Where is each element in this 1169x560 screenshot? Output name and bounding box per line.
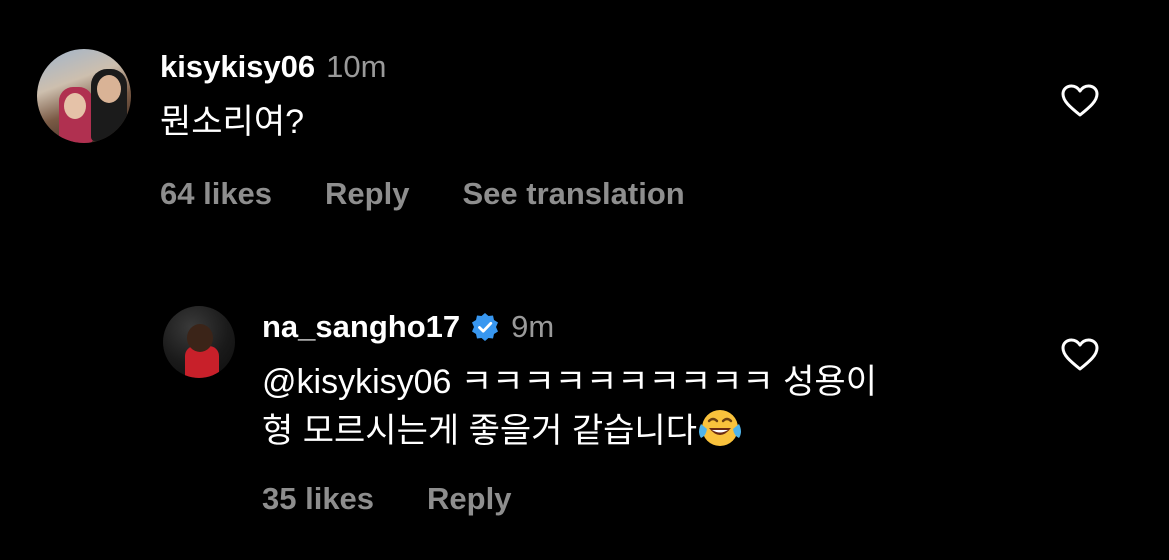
comment-header: kisykisy06 10m [160,45,386,89]
comment-text-line: @kisykisy06 ㅋㅋㅋㅋㅋㅋㅋㅋㅋㅋ 성용이 [262,363,877,401]
comment-text: 뭔소리여? [160,98,304,146]
timestamp: 9m [511,309,555,344]
avatar-photo-head [187,324,213,352]
comment-na-sangho17: na_sangho17 9m @kisykisy06 ㅋㅋㅋㅋㅋㅋㅋㅋㅋㅋ 성용… [0,290,1169,540]
verified-badge-icon [470,312,500,342]
reply-button[interactable]: Reply [325,176,409,212]
username[interactable]: na_sangho17 [262,309,460,345]
username[interactable]: kisykisy06 [160,49,315,85]
comment-kisykisy06: kisykisy06 10m 뭔소리여? 64 likes Reply See … [0,0,1169,240]
comment-text-line: 뭔소리여? [160,103,305,141]
comment-header: na_sangho17 9m [262,305,554,349]
comment-text-line: 형 모르시는게 좋을거 같습니다 [262,406,877,455]
comment-text: @kisykisy06 ㅋㅋㅋㅋㅋㅋㅋㅋㅋㅋ 성용이 형 모르시는게 좋을거 같… [262,358,877,455]
avatar-photo-face [97,75,121,103]
likes-count-button[interactable]: 35 likes [262,481,374,517]
comment-actions: 35 likes Reply [262,477,564,521]
see-translation-button[interactable]: See translation [462,176,684,212]
likes-count-button[interactable]: 64 likes [160,176,272,212]
timestamp: 10m [326,49,387,84]
heart-outline-icon[interactable] [1061,338,1099,372]
heart-outline-icon[interactable] [1061,84,1099,118]
reply-button[interactable]: Reply [427,481,511,517]
comment-text-segment: 형 모르시는게 좋을거 같습니다 [262,412,697,450]
avatar[interactable] [163,306,235,378]
avatar-photo-face [64,93,86,119]
tears-of-joy-emoji-icon [697,406,743,450]
avatar[interactable] [37,49,131,143]
comment-actions: 64 likes Reply See translation [160,172,738,216]
